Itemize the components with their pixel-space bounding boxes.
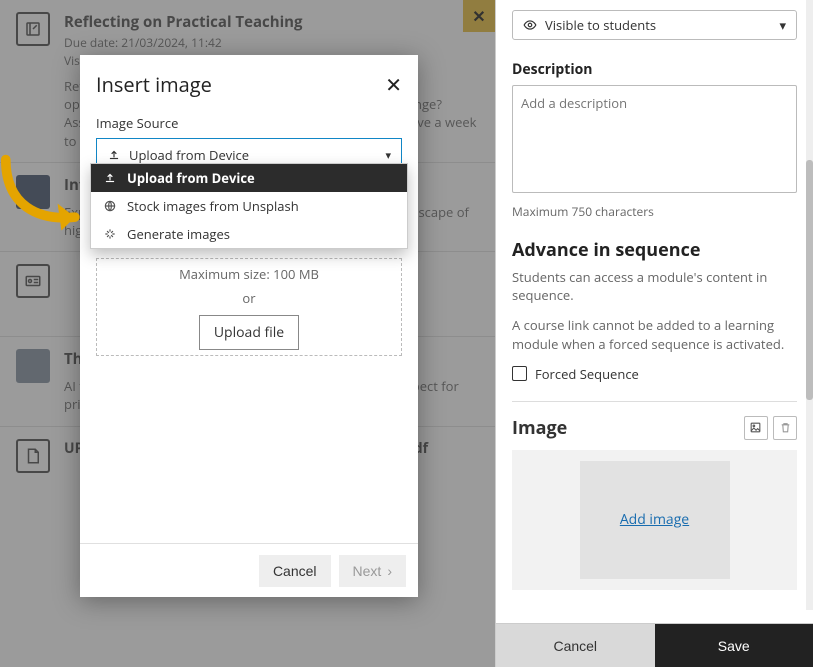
description-textarea[interactable] [512, 85, 797, 193]
panel-save-button[interactable]: Save [655, 624, 813, 667]
panel-close-button[interactable]: ✕ [463, 0, 495, 32]
visibility-select[interactable]: Visible to students ▾ [512, 10, 797, 40]
chevron-right-icon: › [387, 563, 392, 579]
upload-icon [107, 148, 121, 162]
dropdown-option-unsplash[interactable]: Stock images from Unsplash [91, 192, 407, 220]
modal-cancel-button[interactable]: Cancel [259, 555, 331, 587]
description-help: Maximum 750 characters [512, 203, 797, 220]
next-label: Next [353, 563, 382, 579]
description-label: Description [512, 60, 797, 79]
forced-sequence-label: Forced Sequence [535, 365, 639, 383]
scrollbar-thumb[interactable] [806, 160, 813, 400]
image-heading: Image [512, 416, 567, 440]
insert-image-modal: Insert image ✕ Image Source Upload from … [80, 55, 418, 597]
modal-close-button[interactable]: ✕ [385, 75, 402, 95]
sequence-text: Students can access a module's content i… [512, 268, 797, 304]
upload-icon [103, 171, 117, 185]
dropdown-option-label: Stock images from Unsplash [127, 197, 299, 215]
divider [512, 401, 797, 402]
add-image-link[interactable]: Add image [620, 510, 689, 529]
file-icon [16, 439, 50, 473]
journal-icon [16, 12, 50, 46]
edit-panel: Visible to students ▾ Description Maximu… [495, 0, 813, 667]
sequence-note: A course link cannot be added to a learn… [512, 316, 797, 352]
image-source-label: Image Source [96, 114, 402, 132]
image-source-value: Upload from Device [129, 146, 249, 164]
eye-icon [523, 18, 537, 32]
forced-sequence-checkbox[interactable] [512, 366, 527, 381]
globe-icon [103, 199, 117, 213]
panel-footer: Cancel Save [496, 623, 813, 667]
modal-title: Insert image [96, 71, 212, 98]
dropdown-option-generate[interactable]: Generate images [91, 220, 407, 248]
image-dropzone[interactable]: Add image [512, 450, 797, 590]
chevron-down-icon: ▾ [385, 148, 391, 163]
visibility-value: Visible to students [545, 16, 656, 34]
image-settings-button[interactable] [744, 416, 768, 440]
image-delete-button[interactable] [773, 416, 797, 440]
trash-icon [779, 421, 792, 434]
file-dropzone[interactable]: Maximum size: 100 MB or Upload file [96, 258, 402, 356]
chevron-down-icon: ▾ [779, 16, 786, 34]
image-icon [749, 421, 762, 434]
profile-card-icon [16, 264, 50, 298]
image-source-dropdown: Upload from Device Stock images from Uns… [90, 163, 408, 249]
sequence-heading: Advance in sequence [512, 238, 797, 262]
item-thumbnail [16, 349, 50, 383]
sparkle-icon [103, 227, 117, 241]
panel-cancel-button[interactable]: Cancel [496, 624, 655, 667]
item-title: Reflecting on Practical Teaching [64, 12, 479, 32]
item-due: Due date: 21/03/2024, 11:42 [64, 34, 479, 51]
dropdown-option-upload[interactable]: Upload from Device [91, 164, 407, 192]
modal-next-button[interactable]: Next › [339, 555, 406, 587]
dropdown-option-label: Upload from Device [127, 169, 255, 187]
item-thumbnail [16, 175, 50, 209]
max-size-text: Maximum size: 100 MB [97, 265, 401, 283]
or-text: or [97, 289, 401, 307]
dropdown-option-label: Generate images [127, 225, 230, 243]
scrollbar-track[interactable] [806, 0, 813, 610]
upload-file-button[interactable]: Upload file [199, 315, 299, 350]
